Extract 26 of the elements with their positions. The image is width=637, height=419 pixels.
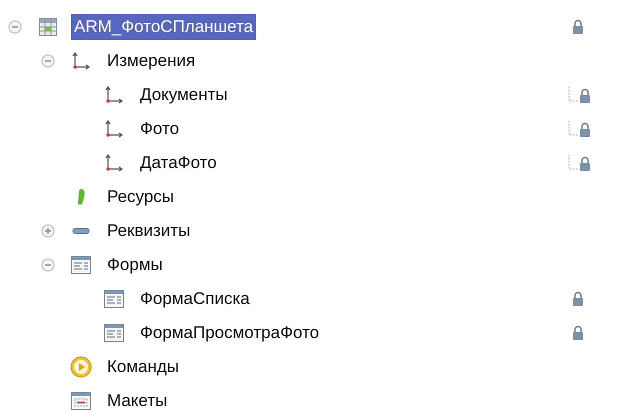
expand-icon[interactable] (41, 224, 55, 238)
tree-item[interactable]: ФормаПросмотраФото (137, 320, 322, 346)
tree-item[interactable]: ДатаФото (137, 150, 220, 176)
axes-icon (105, 120, 123, 138)
tree-item[interactable]: ФормаСписка (137, 286, 253, 312)
tree-item[interactable]: Макеты (104, 388, 170, 414)
form-icon (104, 324, 124, 342)
tree-item[interactable]: ARM_ФотоСПланшета (71, 14, 256, 40)
tree-item[interactable]: Команды (104, 354, 182, 380)
tree-item[interactable]: Формы (104, 252, 166, 278)
form-icon (104, 290, 124, 308)
play-icon (70, 356, 92, 378)
tree-item[interactable]: Измерения (104, 48, 198, 74)
collapse-icon[interactable] (41, 54, 55, 68)
axes-icon (105, 86, 123, 104)
collapse-icon[interactable] (8, 20, 22, 34)
axes-icon (105, 154, 123, 172)
template-icon (71, 392, 91, 410)
table-icon (39, 18, 57, 36)
form-icon (71, 256, 91, 274)
tree-item[interactable]: Фото (137, 116, 182, 142)
tree-item[interactable]: Документы (137, 82, 231, 108)
tree-item[interactable]: Ресурсы (104, 184, 178, 210)
axes-icon (72, 52, 90, 70)
collapse-icon[interactable] (41, 258, 55, 272)
tree-item[interactable]: Реквизиты (104, 218, 194, 244)
